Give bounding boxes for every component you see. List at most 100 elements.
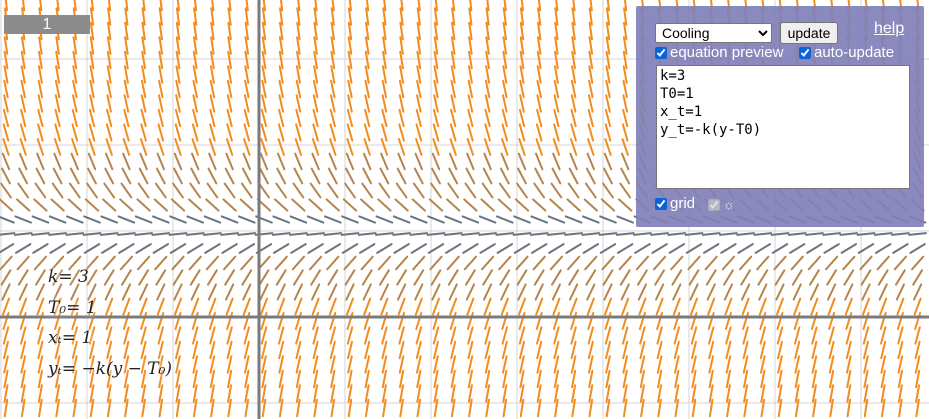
- slope-segment: [48, 232, 67, 236]
- slope-segment: [461, 215, 480, 224]
- slope-segment: [703, 243, 720, 254]
- preset-select[interactable]: Cooling: [655, 23, 772, 43]
- slope-segment: [156, 152, 165, 171]
- slope-segment: [465, 167, 476, 185]
- grid-checkbox[interactable]: [655, 197, 667, 210]
- slope-segment: [842, 255, 856, 271]
- grid-toggle[interactable]: grid: [655, 195, 695, 212]
- slope-segment: [532, 198, 547, 212]
- slope-segment: [862, 297, 870, 316]
- slope-segment: [345, 152, 355, 171]
- slope-segment: [392, 215, 411, 224]
- slope-segment: [463, 255, 477, 271]
- slope-segment: [547, 232, 566, 236]
- slope-segment: [0, 269, 12, 286]
- slope-segment: [533, 182, 546, 199]
- slope-segment: [585, 269, 597, 286]
- slope-segment: [891, 232, 910, 236]
- slope-segment: [431, 167, 441, 185]
- slope-segment: [896, 297, 905, 316]
- slope-segment: [17, 269, 29, 286]
- slope-segment: [500, 297, 509, 316]
- slope-segment: [701, 232, 721, 236]
- help-link[interactable]: help: [874, 20, 904, 38]
- slope-segment: [34, 182, 47, 199]
- slope-segment: [410, 243, 427, 254]
- equation-editor[interactable]: [656, 65, 910, 189]
- slope-segment: [448, 167, 459, 185]
- theme-toggle[interactable]: ☼: [708, 197, 735, 212]
- slope-segment: [790, 255, 804, 271]
- slope-segment: [277, 297, 286, 316]
- slope-segment: [581, 232, 601, 236]
- slope-segment: [220, 215, 239, 224]
- slope-segment: [720, 243, 737, 254]
- slope-segment: [242, 297, 251, 316]
- slope-segment: [259, 152, 269, 171]
- slope-segment: [242, 152, 251, 171]
- slope-segment: [392, 232, 411, 236]
- slope-segment: [895, 269, 906, 286]
- slope-segment: [360, 255, 374, 271]
- slope-segment: [706, 283, 716, 301]
- slope-segment: [326, 182, 339, 199]
- slope-segment: [586, 297, 595, 316]
- slope-segment: [773, 255, 787, 271]
- slope-segment: [223, 255, 237, 271]
- slope-segment: [276, 283, 286, 301]
- slope-segment: [189, 269, 201, 286]
- slope-segment: [362, 167, 373, 185]
- slope-segment: [345, 167, 355, 185]
- slope-segment: [137, 182, 150, 199]
- slope-segment: [600, 198, 616, 212]
- slope-segment: [308, 198, 323, 212]
- slope-segment: [241, 167, 252, 185]
- slope-segment: [379, 269, 390, 286]
- slope-segment: [187, 243, 204, 254]
- auto-update-toggle[interactable]: auto-update: [799, 44, 894, 61]
- slope-segment: [395, 182, 408, 199]
- equation-preview-toggle[interactable]: equation preview: [655, 44, 783, 61]
- slope-segment: [276, 167, 287, 185]
- slope-segment: [689, 283, 699, 301]
- slope-segment: [289, 232, 308, 236]
- slope-segment: [239, 198, 254, 212]
- slope-segment: [604, 297, 612, 316]
- slope-segment: [31, 232, 50, 236]
- auto-update-checkbox[interactable]: [799, 46, 811, 59]
- slope-segment: [465, 269, 476, 286]
- slope-segment: [908, 232, 927, 236]
- theme-checkbox[interactable]: [708, 198, 720, 211]
- slope-segment: [736, 232, 755, 236]
- slope-segment: [856, 232, 876, 236]
- slope-segment: [118, 243, 135, 254]
- slope-segment: [414, 283, 424, 301]
- equation-lhs: k: [48, 267, 59, 288]
- slope-segment: [138, 167, 149, 185]
- slope-segment: [498, 255, 512, 271]
- slope-segment: [35, 283, 45, 301]
- slope-segment: [582, 215, 600, 224]
- slope-segment: [670, 255, 684, 271]
- slope-segment: [153, 198, 168, 212]
- slope-segment: [431, 152, 441, 171]
- slope-segment: [741, 297, 750, 316]
- slope-segment: [432, 297, 440, 316]
- update-button[interactable]: update: [780, 22, 838, 44]
- slope-segment: [357, 232, 377, 236]
- slope-segment: [551, 269, 562, 286]
- slope-segment: [826, 269, 837, 286]
- slope-segment: [241, 269, 253, 286]
- slope-segment: [466, 297, 475, 316]
- slope-segment: [552, 297, 561, 316]
- slope-segment: [309, 255, 323, 271]
- slope-segment: [413, 167, 424, 185]
- slope-segment: [363, 152, 372, 171]
- equation-preview-checkbox[interactable]: [655, 46, 667, 59]
- slope-segment: [275, 182, 288, 199]
- slope-segment: [275, 269, 287, 286]
- slope-segment: [0, 243, 15, 254]
- slope-segment: [637, 283, 647, 301]
- slope-segment: [481, 255, 495, 271]
- slope-segment: [809, 283, 819, 301]
